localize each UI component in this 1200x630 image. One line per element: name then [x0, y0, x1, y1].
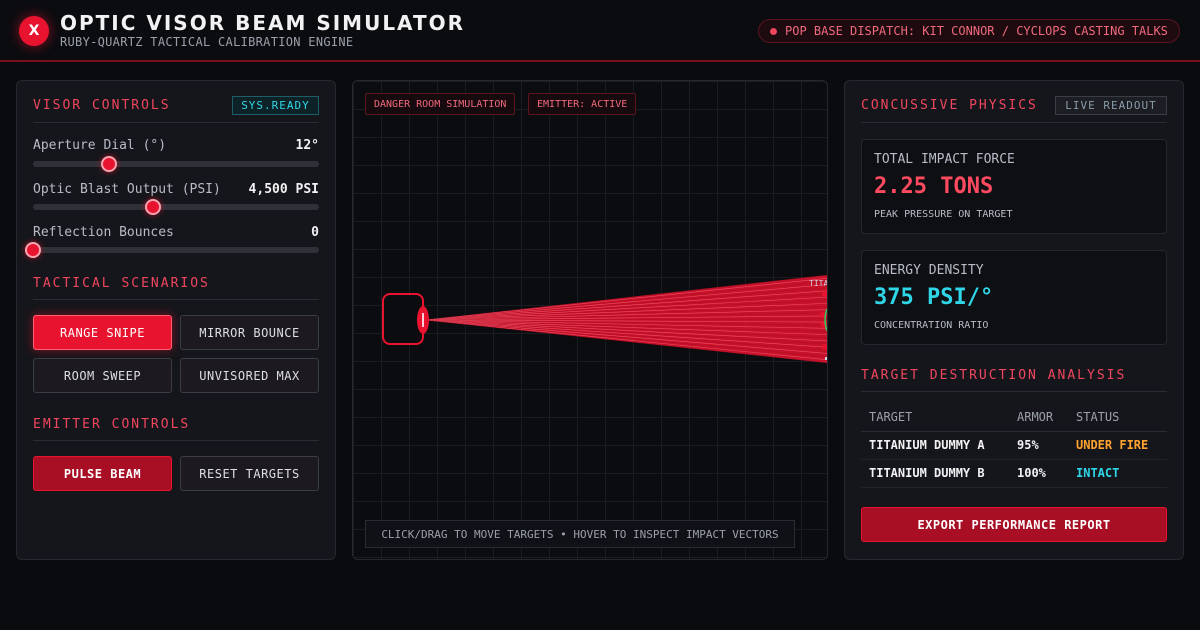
visor-controls-panel: VISOR CONTROLS SYS.READY Aperture Dial (…	[16, 80, 336, 560]
tactical-scenarios-title: TACTICAL SCENARIOS	[33, 276, 210, 291]
bounces-label: Reflection Bounces	[33, 225, 174, 240]
live-dot-icon	[770, 27, 777, 35]
impact-force-label: TOTAL IMPACT FORCE	[874, 152, 1015, 167]
target-table: TARGET ARMOR STATUS TITANIUM DUMMY A 95%…	[861, 403, 1167, 488]
divider	[33, 299, 319, 300]
visor-controls-title: VISOR CONTROLS	[33, 98, 171, 113]
table-header-row: TARGET ARMOR STATUS	[861, 403, 1167, 432]
physics-panel: CONCUSSIVE PHYSICS LIVE READOUT TOTAL IM…	[844, 80, 1184, 560]
simulation-viewport[interactable]: DANGER ROOM SIMULATION EMITTER: ACTIVE T…	[352, 80, 828, 560]
scenario-mirror-bounce-button[interactable]: MIRROR BOUNCE	[180, 315, 319, 350]
emitter-housing[interactable]	[382, 293, 424, 345]
divider	[861, 122, 1167, 123]
impact-point	[822, 291, 827, 297]
impact-force-sub: PEAK PRESSURE ON TARGET	[874, 209, 1013, 220]
aperture-slider-thumb[interactable]	[100, 156, 117, 172]
output-slider[interactable]	[33, 199, 319, 215]
target-name: TITANIUM DUMMY B	[861, 459, 1009, 488]
scenario-room-sweep-button[interactable]: ROOM SWEEP	[33, 358, 172, 393]
column-header: TARGET	[861, 403, 1009, 432]
concussive-physics-title: CONCUSSIVE PHYSICS	[861, 98, 1038, 113]
scenario-unvisored-max-button[interactable]: UNVISORED MAX	[180, 358, 319, 393]
impact-force-card: TOTAL IMPACT FORCE 2.25 TONS PEAK PRESSU…	[861, 139, 1167, 234]
bounces-slider-thumb[interactable]	[25, 242, 41, 258]
table-row[interactable]: TITANIUM DUMMY B 100% INTACT	[861, 459, 1167, 488]
bounces-slider[interactable]	[25, 242, 319, 258]
app-title: OPTIC VISOR BEAM SIMULATOR	[60, 11, 466, 35]
divider	[33, 122, 319, 123]
aperture-label: Aperture Dial (°)	[33, 138, 167, 153]
scenario-range-snipe-button[interactable]: RANGE SNIPE	[33, 315, 172, 350]
column-header: STATUS	[1068, 403, 1167, 432]
column-header: ARMOR	[1009, 403, 1068, 432]
aperture-value: 12°	[295, 138, 319, 153]
lens-glint	[422, 313, 424, 327]
output-label: Optic Blast Output (PSI)	[33, 182, 221, 197]
target-marker	[825, 357, 827, 360]
armor-value: 95%	[1009, 431, 1068, 460]
app-subtitle: RUBY-QUARTZ TACTICAL CALIBRATION ENGINE	[60, 35, 354, 49]
reset-targets-button[interactable]: RESET TARGETS	[180, 456, 319, 491]
app-header: X OPTIC VISOR BEAM SIMULATOR RUBY-QUARTZ…	[0, 0, 1200, 62]
output-slider-thumb[interactable]	[145, 199, 162, 215]
divider	[33, 440, 319, 441]
target-label: TITA	[809, 279, 828, 288]
beam-canvas[interactable]: TITA	[353, 81, 828, 560]
pulse-beam-button[interactable]: PULSE BEAM	[33, 456, 172, 491]
energy-density-sub: CONCENTRATION RATIO	[874, 320, 989, 331]
sys-ready-badge: SYS.READY	[232, 96, 319, 115]
bounces-value: 0	[311, 225, 319, 240]
emitter-controls-title: EMITTER CONTROLS	[33, 417, 191, 432]
dispatch-text: POP BASE DISPATCH: KIT CONNOR / CYCLOPS …	[785, 24, 1168, 38]
impact-force-value: 2.25 TONS	[874, 174, 994, 199]
energy-density-value: 375 PSI/°	[874, 285, 994, 310]
impact-point	[822, 344, 827, 350]
status-badge: UNDER FIRE	[1068, 431, 1167, 460]
interaction-hint: CLICK/DRAG TO MOVE TARGETS • HOVER TO IN…	[365, 520, 795, 548]
target-analysis-title: TARGET DESTRUCTION ANALYSIS	[861, 368, 1127, 383]
live-readout-badge: LIVE READOUT	[1055, 96, 1167, 115]
x-logo-icon: X	[19, 16, 49, 46]
status-badge: INTACT	[1068, 459, 1167, 488]
target-name: TITANIUM DUMMY A	[861, 431, 1009, 460]
armor-value: 100%	[1009, 459, 1068, 488]
optic-beam	[424, 274, 827, 364]
export-report-button[interactable]: EXPORT PERFORMANCE REPORT	[861, 507, 1167, 542]
energy-density-label: ENERGY DENSITY	[874, 263, 984, 278]
divider	[861, 391, 1167, 392]
dispatch-ticker[interactable]: POP BASE DISPATCH: KIT CONNOR / CYCLOPS …	[758, 19, 1180, 43]
energy-density-card: ENERGY DENSITY 375 PSI/° CONCENTRATION R…	[861, 250, 1167, 345]
table-row[interactable]: TITANIUM DUMMY A 95% UNDER FIRE	[861, 431, 1167, 460]
output-value: 4,500 PSI	[248, 182, 319, 197]
aperture-slider[interactable]	[33, 156, 319, 172]
